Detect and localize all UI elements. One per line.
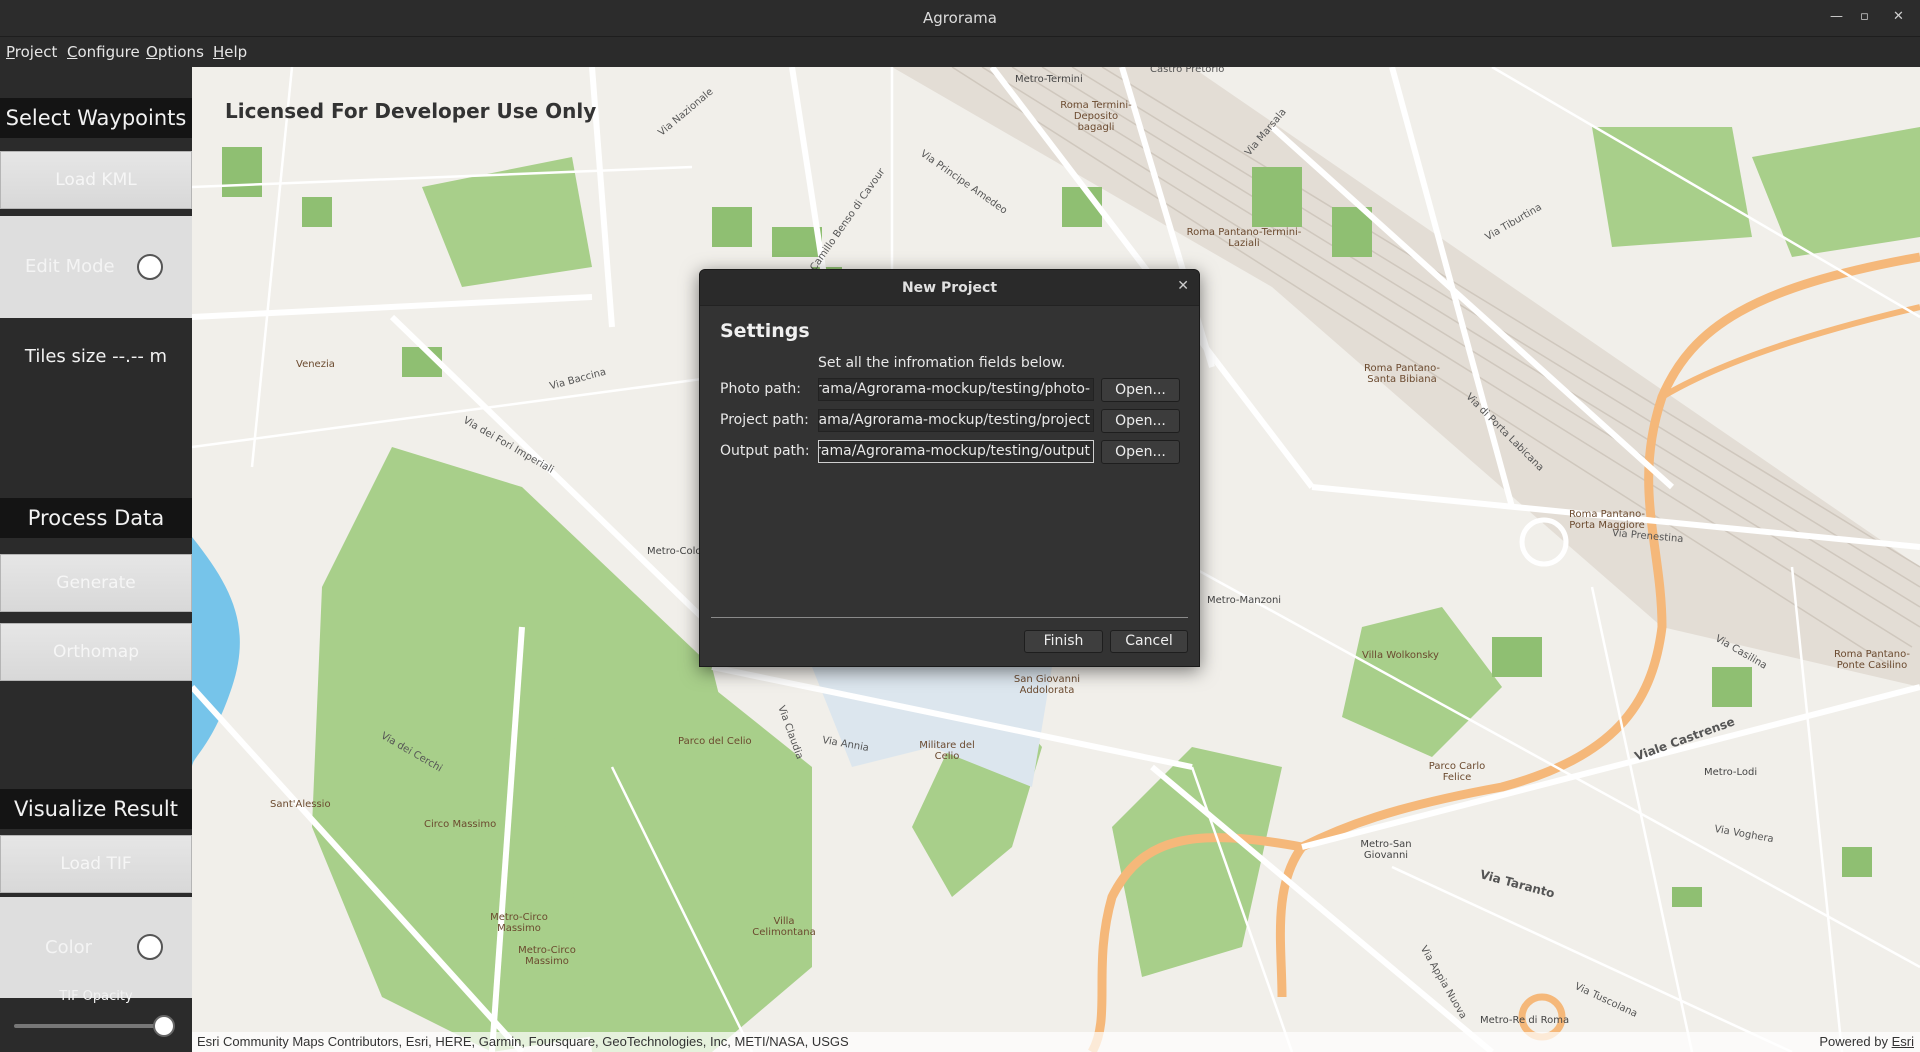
map-label-roma-termini-deposito: Roma Termini-Deposito bagagli [1060, 100, 1132, 133]
tiles-size-label: Tiles size --.-- m [24, 346, 168, 367]
tif-opacity-slider-track[interactable] [14, 1024, 164, 1028]
powered-by-label: Powered by [1819, 1034, 1888, 1049]
output-path-open-button[interactable]: Open... [1101, 440, 1180, 464]
map-label-roma-pantano-santa-bibiana: Roma Pantano-Santa Bibiana [1363, 363, 1440, 385]
map-label-villa-celimontana: Villa Celimontana [752, 916, 816, 938]
map-label-villa-wolkonsky: Villa Wolkonsky [1362, 650, 1439, 661]
window-titlebar: Agrorama — ▫ ✕ [0, 0, 1920, 37]
color-label: Color [45, 937, 92, 958]
project-path-label: Project path: [720, 412, 809, 428]
menu-configure[interactable]: Configure [67, 43, 140, 61]
close-icon[interactable]: ✕ [1893, 9, 1904, 24]
photo-path-field[interactable]: -rama/Agrorama-mockup/testing/photo [818, 378, 1094, 401]
dialog-close-icon[interactable]: ✕ [1177, 278, 1189, 294]
color-toggle[interactable] [137, 934, 163, 960]
window-title: Agrorama [923, 9, 997, 27]
menubar: Project Configure Options Help [0, 37, 1920, 67]
dialog-title: New Project [700, 270, 1199, 306]
map-label-metro-termini: Metro-Termini [1015, 74, 1083, 85]
edit-mode-toggle[interactable] [137, 254, 163, 280]
map-attribution: Esri Community Maps Contributors, Esri, … [192, 1032, 1920, 1052]
photo-path-label: Photo path: [720, 381, 801, 397]
new-project-dialog: New Project ✕ Settings Set all the infro… [699, 269, 1200, 667]
menu-project[interactable]: Project [6, 43, 57, 61]
project-path-field[interactable]: rama/Agrorama-mockup/testing/project [818, 409, 1094, 432]
esri-link[interactable]: Esri [1892, 1034, 1914, 1049]
map-label-roma-pantano-termini: Roma Pantano-Termini-Laziali [1186, 227, 1302, 249]
tif-opacity-slider-thumb[interactable] [153, 1015, 175, 1037]
load-tif-button[interactable]: Load TIF [0, 835, 192, 893]
dialog-divider [711, 617, 1188, 618]
map-label-militare-del-celio: Militare del Celio [919, 740, 975, 762]
map-label-sant-alessio: Sant'Alessio [270, 799, 331, 810]
map-label-roma-pantano-porta-maggiore: Roma Pantano-Porta Maggiore [1568, 509, 1645, 531]
output-path-label: Output path: [720, 443, 810, 459]
color-panel: Color [0, 897, 192, 998]
maximize-icon[interactable]: ▫ [1860, 9, 1869, 24]
settings-heading: Settings [720, 320, 810, 342]
map-label-metro-san-giovanni: Metro-San Giovanni [1360, 839, 1412, 861]
map-label-metro-colosseo: Metro-Colo [647, 546, 702, 557]
photo-path-open-button[interactable]: Open... [1101, 378, 1180, 402]
map-label-venezia: Venezia [296, 359, 335, 370]
map-label-roma-pantano-ponte-casilino: Roma Pantano-Ponte Casilino [1833, 649, 1910, 671]
sidebar: Select Waypoints Load KML Edit Mode Tile… [0, 67, 192, 1052]
map-label-metro-re-di-roma: Metro-Re di Roma [1480, 1015, 1570, 1026]
process-data-heading: Process Data [0, 498, 192, 538]
map-label-metro-circo-massimo-2: Metro-Circo Massimo [518, 945, 576, 967]
generate-button[interactable]: Generate [0, 554, 192, 612]
output-path-field[interactable]: rama/Agrorama-mockup/testing/output [818, 440, 1094, 463]
map-label-castro-pretorio: Castro Pretorio [1150, 67, 1225, 75]
finish-button[interactable]: Finish [1024, 630, 1103, 653]
tif-opacity-label: TIF Opacity [59, 989, 133, 1004]
visualize-result-heading: Visualize Result [0, 789, 192, 829]
map-label-san-giovanni-addolorata: San Giovanni Addolorata [1013, 674, 1081, 696]
menu-options[interactable]: Options [146, 43, 204, 61]
edit-mode-label: Edit Mode [25, 256, 115, 277]
map-label-circo-massimo: Circo Massimo [424, 819, 497, 830]
cancel-button[interactable]: Cancel [1110, 630, 1188, 653]
orthomap-button[interactable]: Orthomap [0, 623, 192, 681]
license-watermark: Licensed For Developer Use Only [225, 99, 597, 123]
map-label-parco-del-celio: Parco del Celio [678, 736, 752, 747]
powered-by: Powered by Esri [1819, 1032, 1914, 1052]
select-waypoints-heading: Select Waypoints [0, 98, 192, 138]
minimize-icon[interactable]: — [1830, 9, 1843, 24]
edit-mode-panel: Edit Mode [0, 216, 192, 318]
load-kml-button[interactable]: Load KML [0, 151, 192, 209]
map-label-parco-carlo-felice: Parco Carlo Felice [1428, 761, 1486, 783]
menu-help[interactable]: Help [213, 43, 247, 61]
map-label-metro-lodi: Metro-Lodi [1704, 767, 1758, 778]
project-path-open-button[interactable]: Open... [1101, 409, 1180, 433]
map-label-metro-manzoni: Metro-Manzoni [1207, 595, 1282, 606]
map-label-metro-circo-massimo-1: Metro-Circo Massimo [490, 912, 548, 934]
instructions-text: Set all the infromation fields below. [818, 355, 1066, 371]
